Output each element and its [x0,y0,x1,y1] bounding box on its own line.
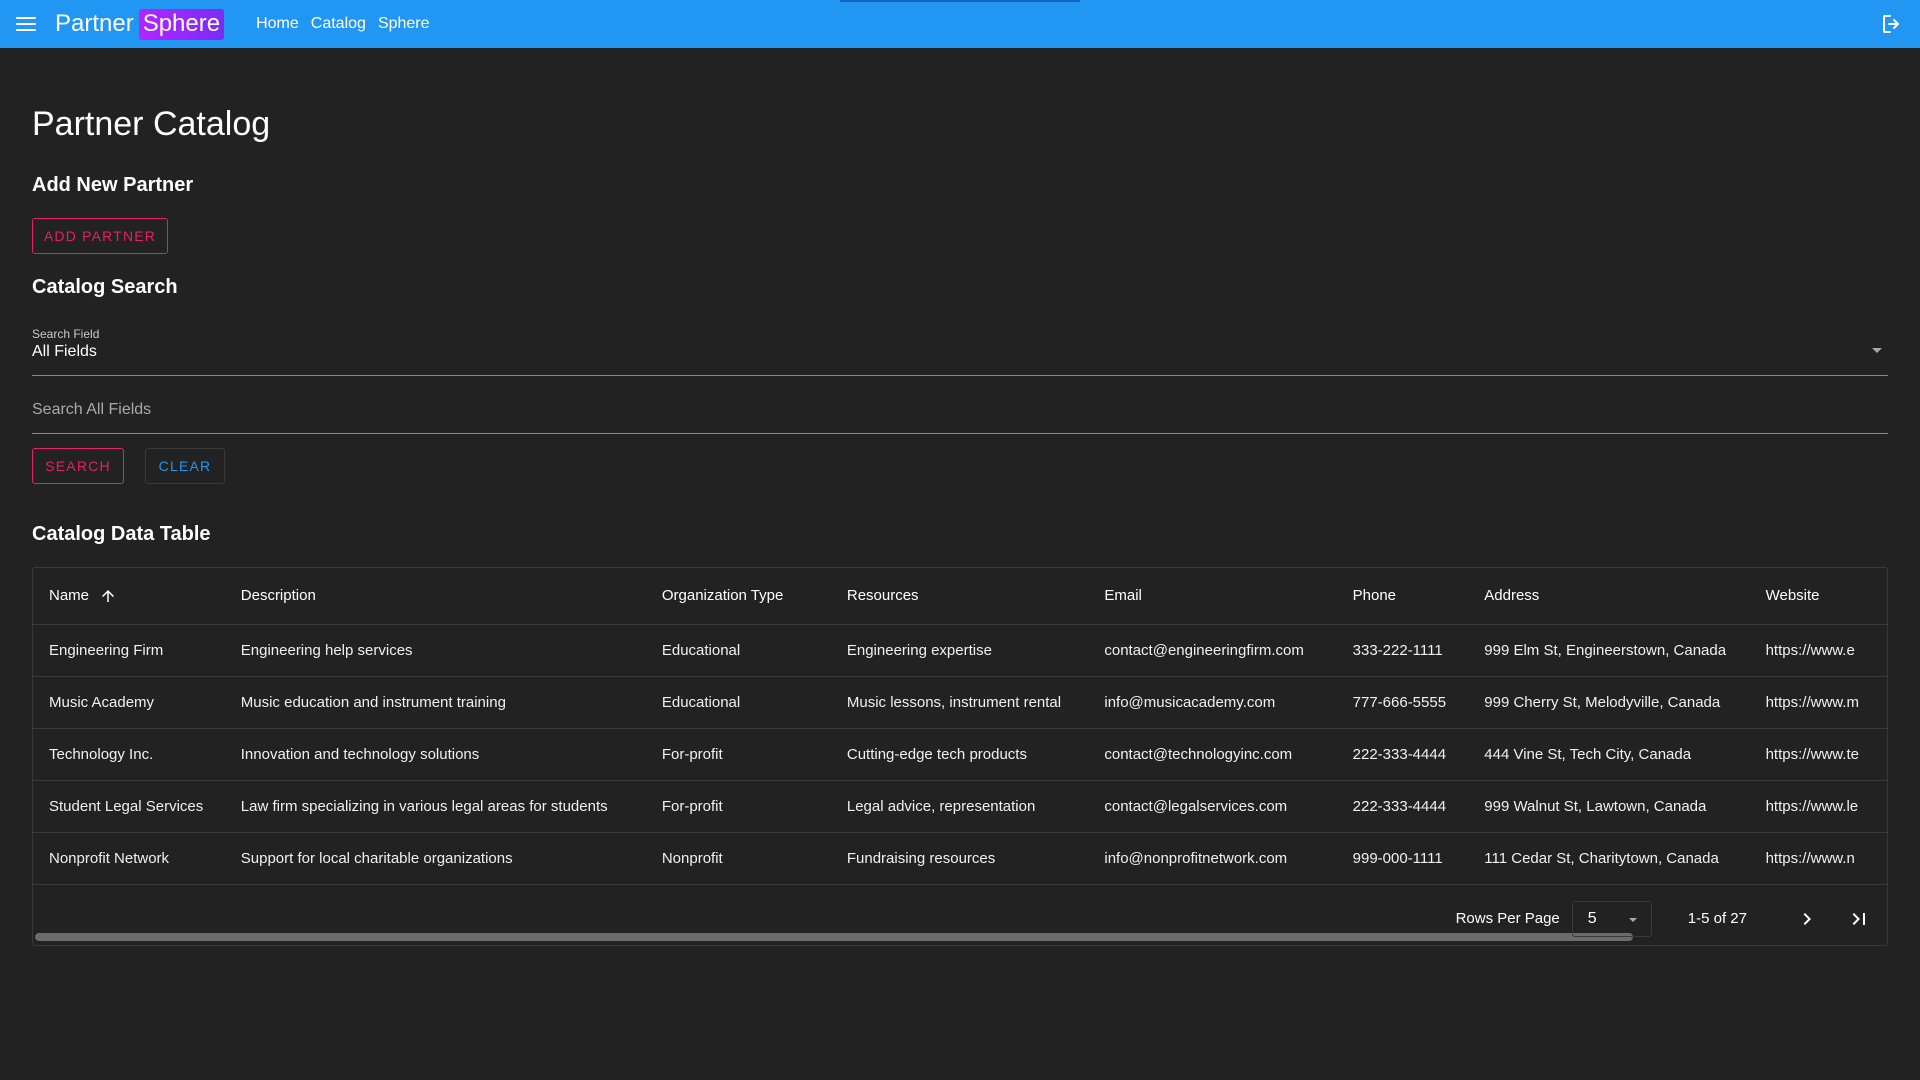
table-row[interactable]: Engineering Firm Engineering help servic… [33,624,1887,677]
column-header-website[interactable]: Website [1749,568,1887,625]
loading-indicator [840,0,1080,2]
cell-organization-type: For-profit [645,728,831,781]
clear-button[interactable]: CLEAR [145,448,225,484]
search-field-select[interactable]: Search Field All Fields [32,324,1888,376]
column-header-email[interactable]: Email [1088,568,1337,625]
cell-organization-type: Nonprofit [645,832,831,885]
cell-name: Nonprofit Network [33,832,225,885]
cell-website[interactable]: https://www.e [1749,624,1887,677]
cell-website[interactable]: https://www.m [1749,676,1887,729]
nav-home-link[interactable]: Home [256,15,299,33]
rows-per-page-label: Rows Per Page [1455,910,1560,927]
search-input[interactable] [32,384,1888,433]
logout-icon[interactable] [1880,12,1904,36]
rows-per-page-value: 5 [1587,909,1597,927]
cell-website[interactable]: https://www.le [1749,780,1887,833]
cell-address: 999 Cherry St, Melodyville, Canada [1468,676,1750,729]
cell-address: 999 Walnut St, Lawtown, Canada [1468,780,1750,833]
last-page-icon[interactable] [1843,903,1875,935]
catalog-data-table: Name Description Organization Type Resou… [32,567,1888,946]
cell-description: Innovation and technology solutions [224,728,646,781]
cell-email: contact@legalservices.com [1088,780,1337,833]
table-pagination: Rows Per Page 5 1-5 of 27 [33,892,1887,945]
cell-resources: Fundraising resources [830,832,1089,885]
cell-phone: 222-333-4444 [1336,728,1469,781]
column-header-resources[interactable]: Resources [830,568,1089,625]
column-header-address[interactable]: Address [1468,568,1750,625]
nav-sphere-link[interactable]: Sphere [378,15,430,33]
cell-organization-type: For-profit [645,780,831,833]
cell-address: 444 Vine St, Tech City, Canada [1468,728,1750,781]
page-title: Partner Catalog [32,105,271,143]
cell-resources: Engineering expertise [830,624,1089,677]
cell-phone: 999-000-1111 [1336,832,1469,885]
column-header-phone[interactable]: Phone [1336,568,1469,625]
column-header-label: Name [49,586,90,604]
cell-address: 999 Elm St, Engineerstown, Canada [1468,624,1750,677]
catalog-data-table-heading: Catalog Data Table [32,523,211,545]
table-row[interactable]: Music Academy Music education and instru… [33,676,1887,729]
dropdown-caret-icon [1628,917,1637,922]
cell-website[interactable]: https://www.te [1749,728,1887,781]
add-partner-button[interactable]: ADD PARTNER [32,218,168,254]
cell-email: info@nonprofitnetwork.com [1088,832,1337,885]
cell-website[interactable]: https://www.n [1749,832,1887,885]
cell-phone: 333-222-1111 [1336,624,1469,677]
cell-phone: 222-333-4444 [1336,780,1469,833]
cell-description: Support for local charitable organizatio… [224,832,646,885]
cell-name: Student Legal Services [33,780,225,833]
cell-email: info@musicacademy.com [1088,676,1337,729]
column-header-organization-type[interactable]: Organization Type [645,568,831,625]
cell-resources: Cutting-edge tech products [830,728,1089,781]
table-row[interactable]: Student Legal Services Law firm speciali… [33,780,1887,833]
cell-address: 111 Cedar St, Charitytown, Canada [1468,832,1750,885]
brand-text-sphere: Sphere [138,8,225,40]
data-table: Name Description Organization Type Resou… [33,568,1887,885]
column-header-name[interactable]: Name [33,568,225,625]
cell-name: Music Academy [33,676,225,729]
dropdown-caret-icon [1872,348,1882,353]
cell-name: Technology Inc. [33,728,225,781]
brand-text-partner: Partner [55,10,134,37]
cell-organization-type: Educational [645,676,831,729]
cell-email: contact@engineeringfirm.com [1088,624,1337,677]
app-bar: Partner Sphere Home Catalog Sphere [0,0,1920,48]
pagination-range: 1-5 of 27 [1687,910,1747,927]
cell-resources: Legal advice, representation [830,780,1089,833]
catalog-search-heading: Catalog Search [32,276,178,298]
table-row[interactable]: Technology Inc. Innovation and technolog… [33,728,1887,781]
table-scroll-area[interactable]: Name Description Organization Type Resou… [33,568,1887,892]
table-header-row: Name Description Organization Type Resou… [33,568,1887,625]
search-input-wrapper [32,384,1888,434]
cell-description: Engineering help services [224,624,646,677]
menu-icon[interactable] [16,12,40,36]
rows-per-page-select[interactable]: 5 [1571,900,1652,937]
cell-email: contact@technologyinc.com [1088,728,1337,781]
cell-description: Law firm specializing in various legal a… [224,780,646,833]
cell-phone: 777-666-5555 [1336,676,1469,729]
column-header-description[interactable]: Description [224,568,646,625]
sort-arrow-up-icon[interactable] [99,587,117,605]
search-field-value: All Fields [32,343,97,360]
table-row[interactable]: Nonprofit Network Support for local char… [33,832,1887,885]
add-partner-heading: Add New Partner [32,174,194,196]
cell-name: Engineering Firm [33,624,225,677]
cell-description: Music education and instrument training [224,676,646,729]
top-nav: Home Catalog Sphere [256,15,429,33]
cell-resources: Music lessons, instrument rental [830,676,1089,729]
brand-logo[interactable]: Partner Sphere [55,8,225,40]
search-field-label: Search Field [32,327,100,341]
chevron-right-icon[interactable] [1791,903,1823,935]
nav-catalog-link[interactable]: Catalog [311,15,366,33]
cell-organization-type: Educational [645,624,831,677]
search-button[interactable]: SEARCH [32,448,124,484]
